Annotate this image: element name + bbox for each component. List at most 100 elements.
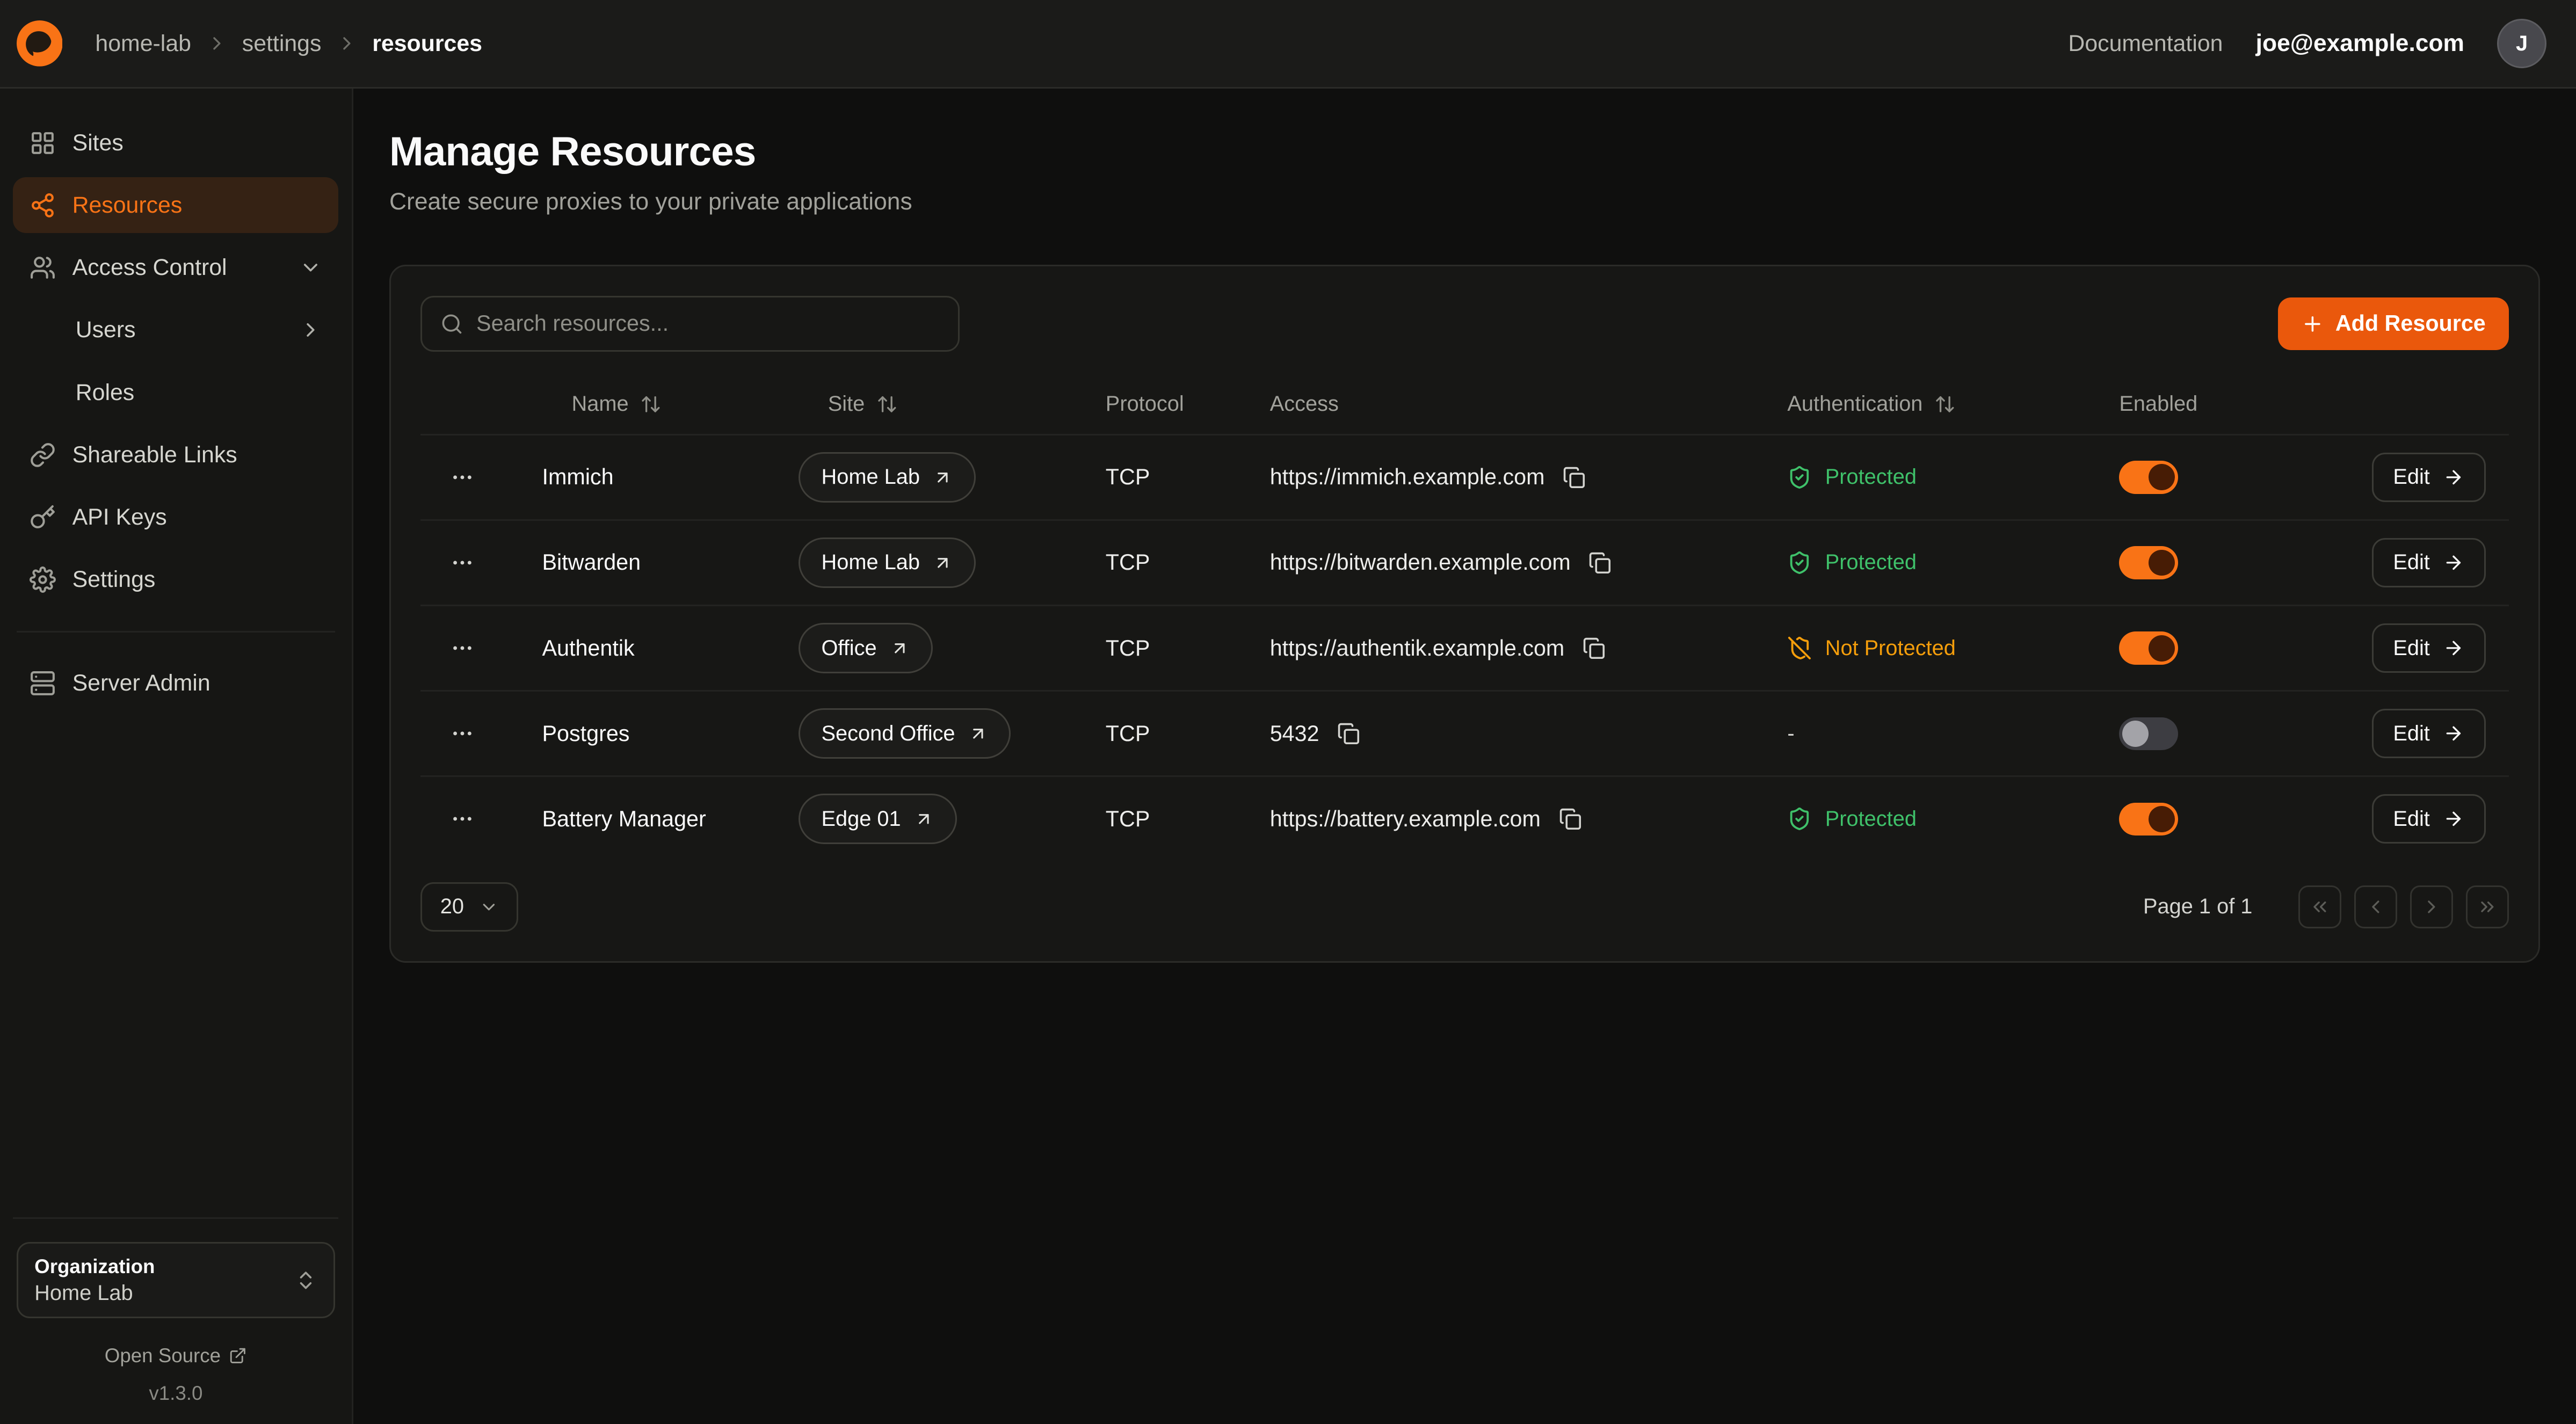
site-name: Office [821, 636, 876, 660]
search-icon [440, 313, 463, 336]
add-resource-button[interactable]: Add Resource [2278, 297, 2509, 350]
search-box[interactable] [420, 296, 959, 352]
site-link[interactable]: Home Lab [799, 452, 976, 503]
site-link[interactable]: Home Lab [799, 537, 976, 588]
main-content: Manage Resources Create secure proxies t… [353, 89, 2576, 1424]
edit-label: Edit [2393, 807, 2430, 831]
sidebar: Sites Resources Access Control Users Rol… [0, 89, 353, 1424]
auth-status: Not Protected [1787, 636, 1955, 660]
sidebar-item-shareable-links[interactable]: Shareable Links [13, 427, 338, 483]
next-page-button[interactable] [2410, 885, 2453, 928]
add-resource-label: Add Resource [2335, 311, 2486, 336]
page-size-value: 20 [440, 895, 464, 919]
app-logo-icon[interactable] [17, 20, 63, 67]
header-name[interactable]: Name [512, 392, 798, 416]
enabled-toggle[interactable] [2119, 546, 2178, 579]
site-link[interactable]: Edge 01 [799, 794, 957, 844]
copy-icon [1337, 722, 1360, 745]
sidebar-item-settings[interactable]: Settings [13, 552, 338, 608]
resource-name: Battery Manager [512, 807, 798, 832]
access-url: https://authentik.example.com [1270, 636, 1565, 661]
sidebar-item-label: Sites [72, 130, 124, 156]
sidebar-item-roles[interactable]: Roles [13, 365, 338, 420]
header-authentication[interactable]: Authentication [1787, 392, 2119, 416]
row-actions-button[interactable] [444, 459, 481, 496]
sidebar-item-users[interactable]: Users [13, 302, 338, 358]
chevron-right-icon [299, 318, 322, 342]
auth-status: Protected [1787, 550, 1917, 575]
ellipsis-icon [450, 721, 475, 746]
edit-button[interactable]: Edit [2372, 709, 2486, 758]
page-title: Manage Resources [389, 128, 2540, 176]
row-actions-button[interactable] [444, 715, 481, 752]
protocol: TCP [1106, 721, 1270, 746]
copy-button[interactable] [1555, 804, 1585, 834]
shield-check-icon [1787, 550, 1812, 575]
row-actions-button[interactable] [444, 800, 481, 838]
ellipsis-icon [450, 807, 475, 831]
search-input[interactable] [476, 311, 940, 336]
table-header: Name Site Protocol Access Authentication [420, 375, 2509, 434]
row-actions-button[interactable] [444, 544, 481, 582]
breadcrumb-org[interactable]: home-lab [95, 31, 191, 57]
sidebar-item-resources[interactable]: Resources [13, 177, 338, 233]
protocol: TCP [1106, 464, 1270, 490]
avatar[interactable]: J [2497, 19, 2546, 68]
edit-label: Edit [2393, 550, 2430, 575]
ellipsis-icon [450, 465, 475, 490]
chevron-right-icon [336, 33, 358, 54]
chevron-right-icon [206, 33, 228, 54]
shield-check-icon [1787, 807, 1812, 831]
sidebar-item-sites[interactable]: Sites [13, 115, 338, 171]
chevron-left-icon [2365, 896, 2386, 918]
enabled-toggle[interactable] [2119, 631, 2178, 664]
first-page-button[interactable] [2298, 885, 2341, 928]
header-access: Access [1270, 392, 1788, 416]
copy-button[interactable] [1334, 719, 1363, 749]
prev-page-button[interactable] [2354, 885, 2397, 928]
site-link[interactable]: Second Office [799, 708, 1011, 759]
site-name: Home Lab [821, 465, 919, 489]
shield-off-icon [1787, 636, 1812, 660]
auth-label: Not Protected [1825, 636, 1956, 660]
edit-button[interactable]: Edit [2372, 623, 2486, 673]
key-icon [30, 504, 56, 531]
resource-name: Authentik [512, 636, 798, 661]
sidebar-item-label: Roles [76, 380, 135, 406]
arrow-right-icon [2443, 552, 2464, 573]
documentation-link[interactable]: Documentation [2068, 31, 2223, 57]
enabled-toggle[interactable] [2119, 461, 2178, 493]
copy-button[interactable] [1579, 634, 1609, 663]
access-url: 5432 [1270, 721, 1319, 746]
copy-button[interactable] [1585, 548, 1615, 577]
chevrons-left-icon [2309, 896, 2331, 918]
edit-button[interactable]: Edit [2372, 794, 2486, 844]
site-name: Edge 01 [821, 807, 901, 831]
page-size-select[interactable]: 20 [420, 882, 518, 932]
row-actions-button[interactable] [444, 629, 481, 667]
sidebar-item-server-admin[interactable]: Server Admin [13, 656, 338, 711]
organization-name: Home Lab [34, 1281, 155, 1305]
copy-button[interactable] [1559, 462, 1589, 492]
sidebar-item-api-keys[interactable]: API Keys [13, 490, 338, 546]
protocol: TCP [1106, 807, 1270, 832]
open-source-link[interactable]: Open Source [17, 1345, 336, 1367]
breadcrumb-settings[interactable]: settings [242, 31, 322, 57]
breadcrumb-current: resources [372, 31, 482, 57]
auth-label: Protected [1825, 550, 1917, 575]
user-email[interactable]: joe@example.com [2256, 30, 2464, 57]
last-page-button[interactable] [2466, 885, 2509, 928]
sidebar-item-access-control[interactable]: Access Control [13, 240, 338, 296]
enabled-toggle[interactable] [2119, 803, 2178, 835]
edit-button[interactable]: Edit [2372, 453, 2486, 502]
enabled-toggle[interactable] [2119, 717, 2178, 750]
resource-name: Immich [512, 464, 798, 490]
header-site[interactable]: Site [799, 392, 1106, 416]
arrow-right-icon [2443, 723, 2464, 744]
users-icon [30, 255, 56, 281]
chevrons-right-icon [2477, 896, 2498, 918]
site-link[interactable]: Office [799, 623, 933, 673]
organization-selector[interactable]: Organization Home Lab [17, 1242, 336, 1318]
plus-icon [2301, 313, 2324, 336]
edit-button[interactable]: Edit [2372, 538, 2486, 587]
